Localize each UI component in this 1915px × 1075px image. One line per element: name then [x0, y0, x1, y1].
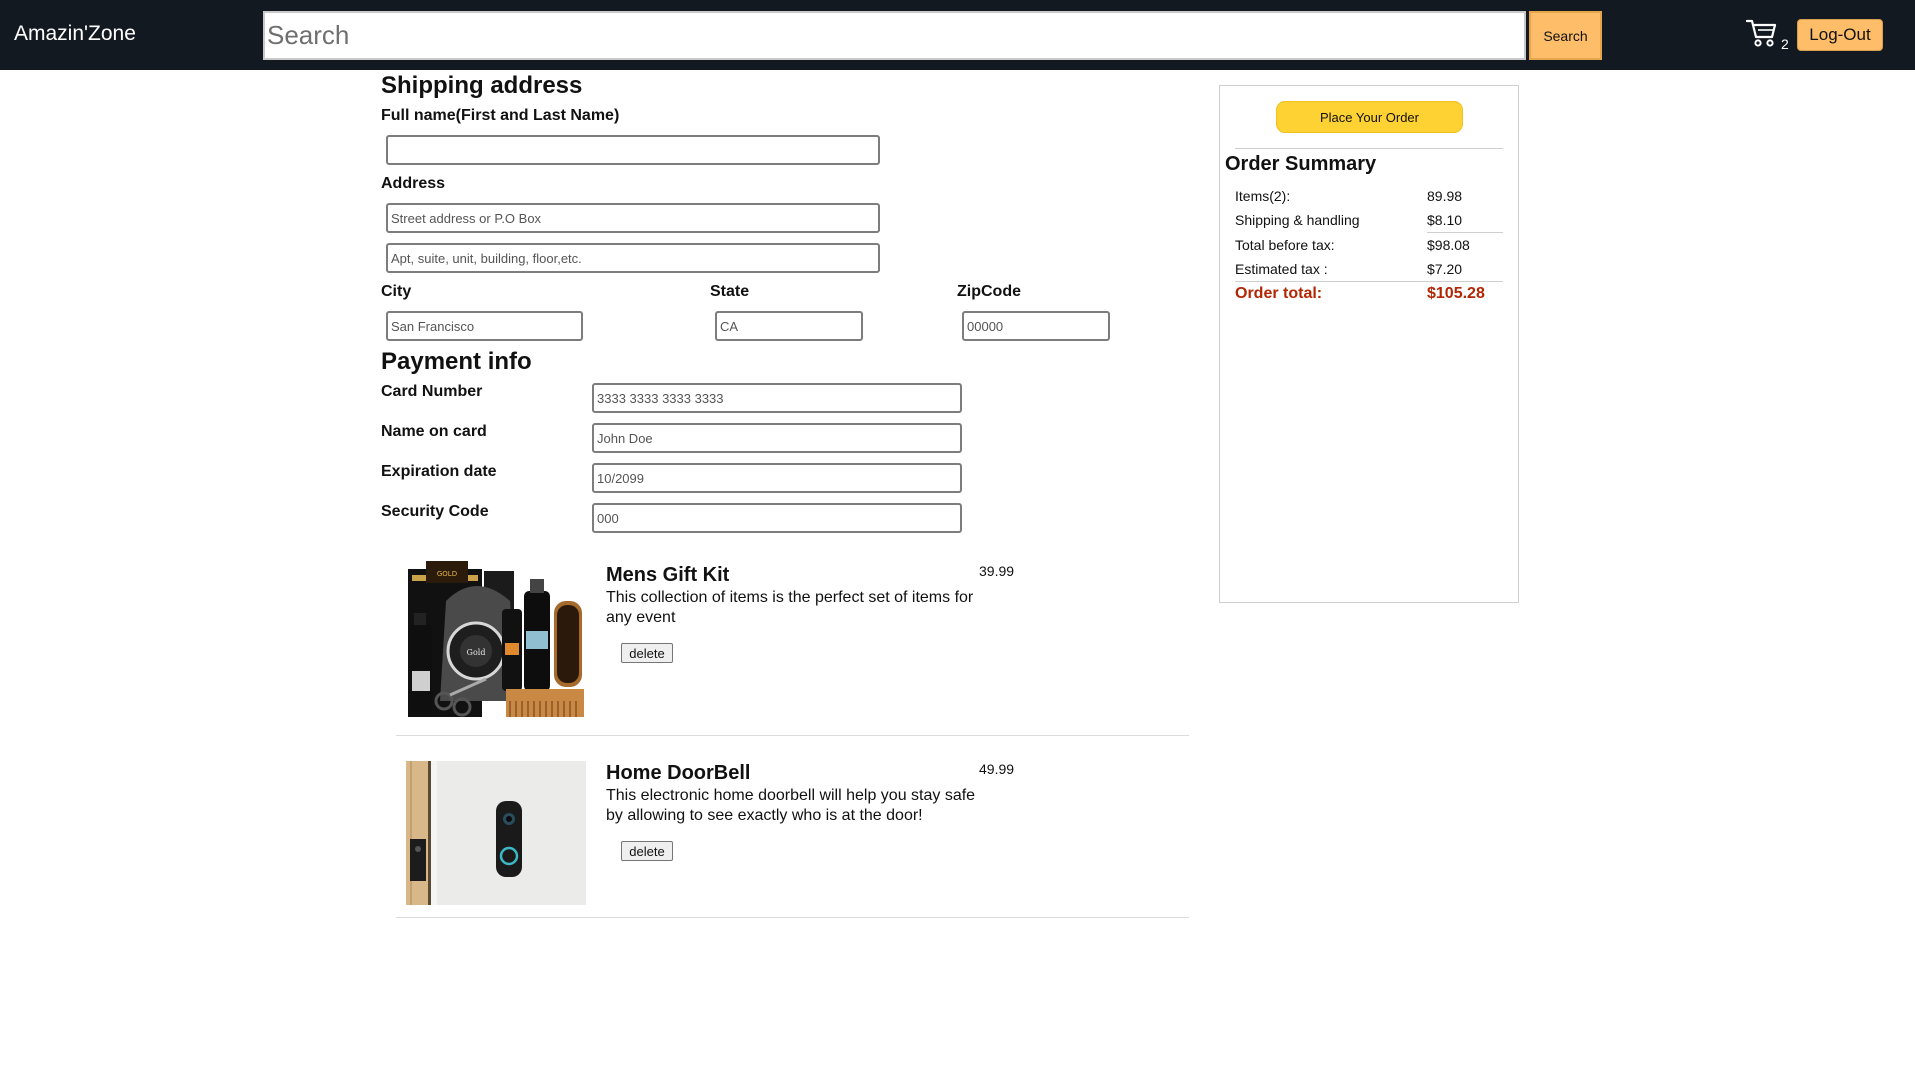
full-name-field[interactable]: [386, 135, 880, 165]
summary-row-order-total: Order total: $105.28: [1235, 281, 1503, 305]
state-label: State: [710, 283, 750, 300]
top-navbar: Amazin'Zone Search 2 Log-Out: [0, 0, 1915, 70]
item-description: This collection of items is the perfect …: [606, 589, 974, 626]
summary-row-before-tax: Total before tax: $98.08: [1235, 233, 1503, 257]
card-number-label: Card Number: [381, 383, 483, 400]
mens-gift-kit-image[interactable]: GOLD Gold: [406, 561, 586, 721]
summary-value: $98.08: [1427, 237, 1470, 253]
payment-info-heading: Payment info: [381, 348, 532, 375]
address-line1-field[interactable]: [386, 203, 880, 233]
shipping-address-heading: Shipping address: [381, 72, 583, 99]
cart-button[interactable]: 2: [1746, 18, 1789, 54]
doorbell-image[interactable]: [406, 761, 586, 905]
card-number-field[interactable]: [592, 383, 962, 413]
item-title: Mens Gift Kit: [606, 564, 730, 586]
logout-button[interactable]: Log-Out: [1797, 19, 1883, 51]
zipcode-field[interactable]: [962, 311, 1110, 341]
name-on-card-label: Name on card: [381, 423, 487, 440]
summary-label: Shipping & handling: [1235, 212, 1360, 228]
state-field[interactable]: [715, 311, 863, 341]
search-button[interactable]: Search: [1529, 11, 1602, 60]
city-label: City: [381, 283, 412, 300]
item-title: Home DoorBell: [606, 762, 751, 784]
zipcode-label: ZipCode: [957, 283, 1021, 300]
summary-label: Estimated tax :: [1235, 261, 1328, 277]
name-on-card-field[interactable]: [592, 423, 962, 453]
summary-row-shipping: Shipping & handling $8.10: [1235, 208, 1503, 232]
cart-icon: [1746, 19, 1777, 47]
security-code-field[interactable]: [592, 503, 962, 533]
delete-item-button[interactable]: delete: [621, 643, 673, 663]
item-price: 49.99: [979, 761, 1015, 777]
search-input[interactable]: [263, 11, 1526, 60]
expiration-date-label: Expiration date: [381, 463, 497, 480]
summary-label: Items(2):: [1235, 188, 1291, 204]
security-code-label: Security Code: [381, 503, 489, 520]
address-line2-field[interactable]: [386, 243, 880, 273]
item-description: This electronic home doorbell will help …: [606, 787, 976, 824]
summary-row-tax: Estimated tax : $7.20: [1235, 257, 1503, 281]
summary-value: $8.10: [1427, 212, 1463, 228]
summary-value: 89.98: [1427, 188, 1463, 204]
doorbell-icon: [406, 761, 586, 905]
summary-label: Total before tax:: [1235, 237, 1335, 253]
summary-row-items: Items(2): 89.98: [1235, 184, 1503, 208]
address-label: Address: [381, 175, 446, 192]
order-summary-title: Order Summary: [1225, 153, 1377, 175]
svg-text:Gold: Gold: [467, 648, 486, 657]
delete-item-button[interactable]: delete: [621, 841, 673, 861]
brand-logo[interactable]: Amazin'Zone: [14, 22, 136, 46]
city-field[interactable]: [386, 311, 583, 341]
item-price: 39.99: [979, 563, 1015, 579]
item-divider: [396, 917, 1189, 918]
summary-divider: [1235, 148, 1503, 149]
place-order-button[interactable]: Place Your Order: [1276, 101, 1463, 133]
gift-kit-icon: GOLD Gold: [406, 561, 586, 721]
item-divider: [396, 735, 1189, 736]
order-total-label: Order total:: [1235, 285, 1323, 302]
cart-count-badge: 2: [1781, 36, 1789, 52]
expiration-date-field[interactable]: [592, 463, 962, 493]
svg-text:GOLD: GOLD: [437, 570, 457, 578]
summary-value: $7.20: [1427, 261, 1463, 277]
order-total-value: $105.28: [1427, 285, 1485, 302]
full-name-label: Full name(First and Last Name): [381, 107, 620, 124]
